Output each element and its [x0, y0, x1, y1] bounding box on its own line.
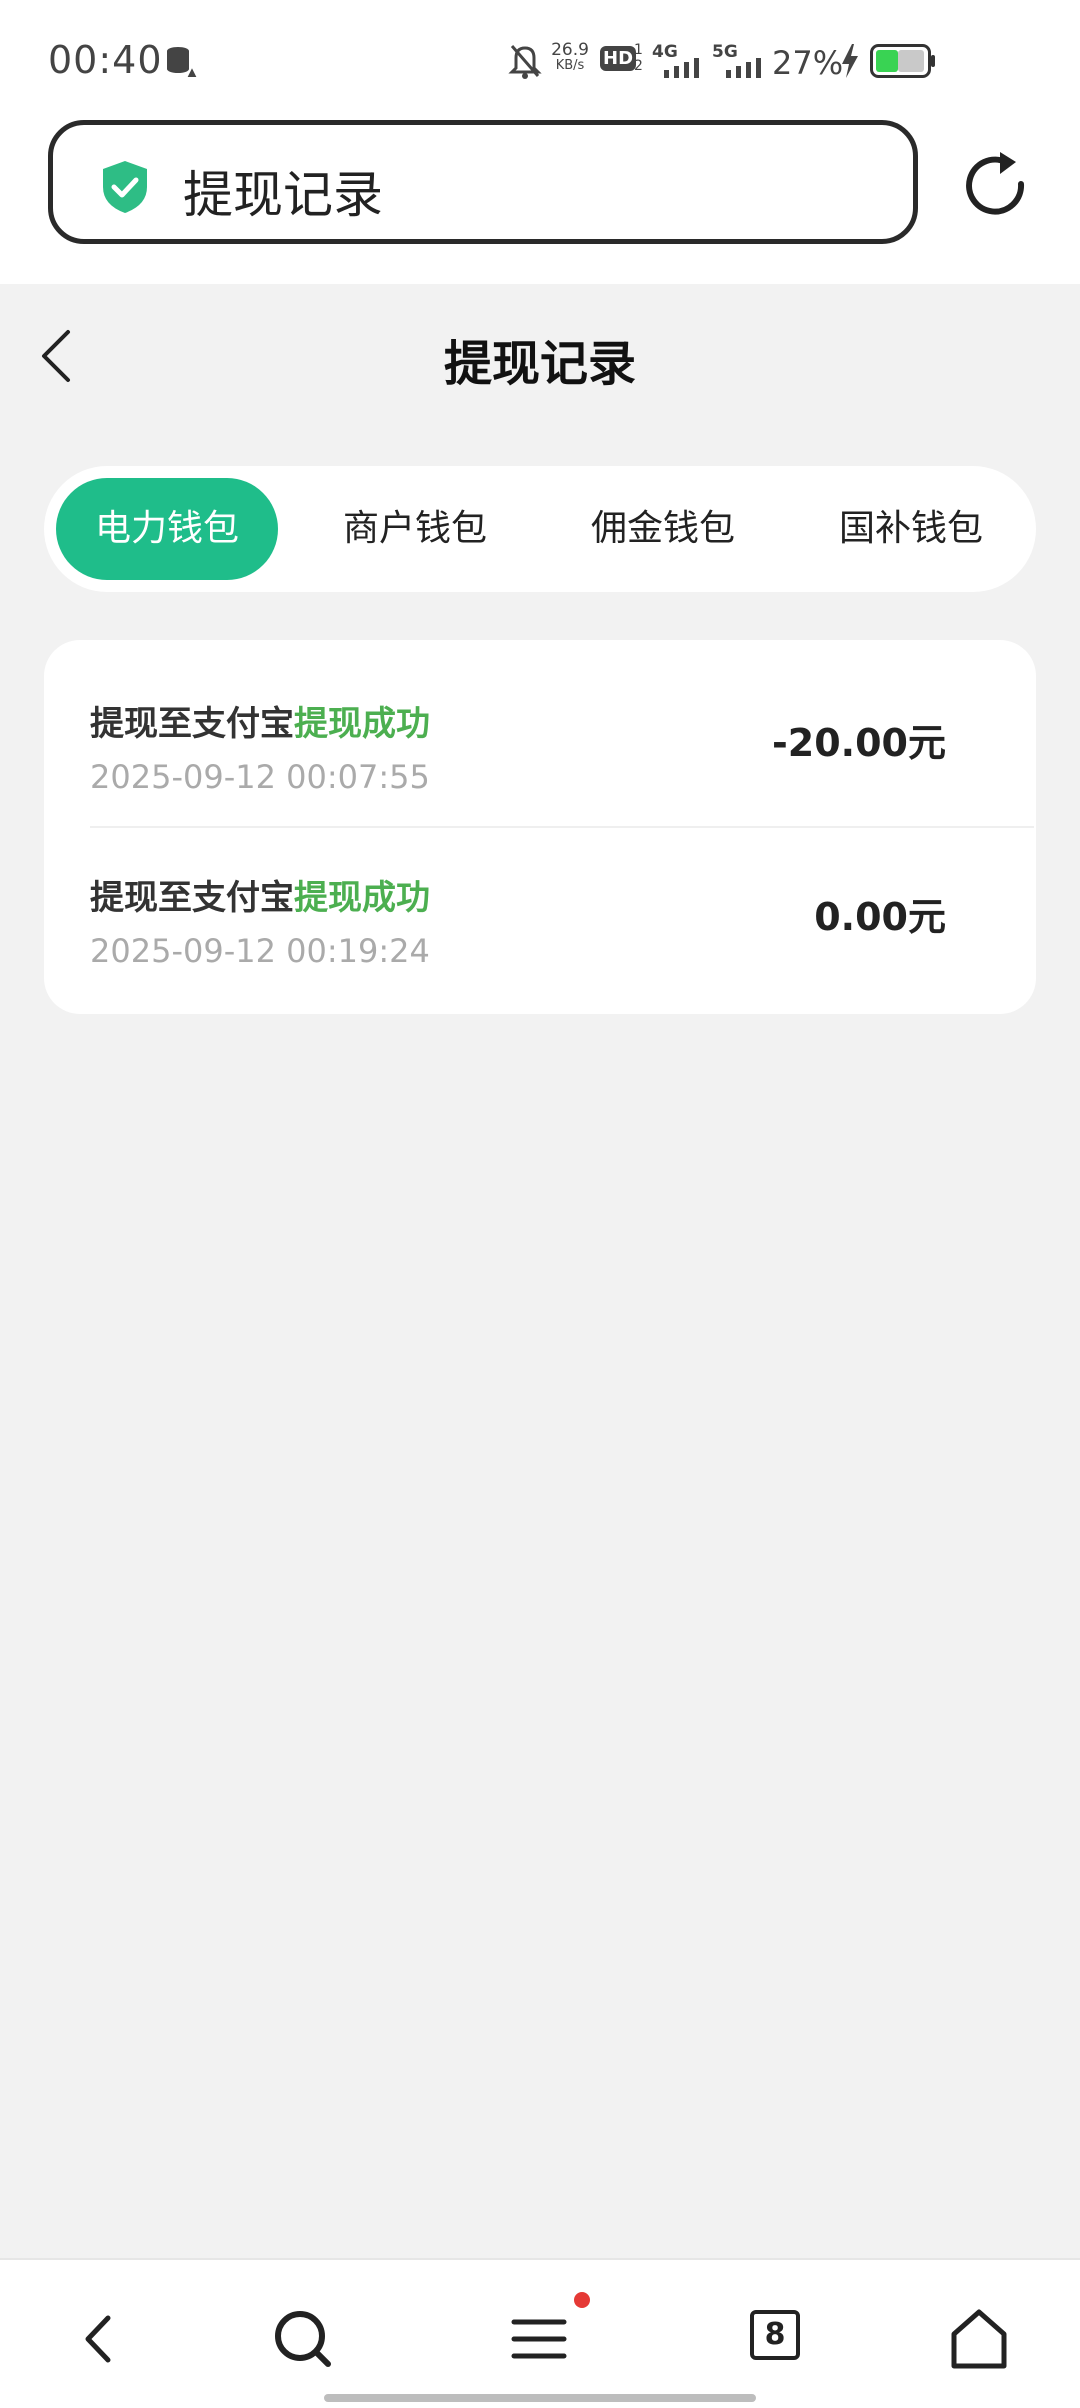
- record-method: 提现至支付宝: [90, 878, 294, 918]
- browser-bottom-nav: 8: [0, 2258, 1080, 2408]
- nav-back-icon[interactable]: [64, 2304, 134, 2374]
- security-shield-icon: [103, 161, 147, 213]
- record-status: 提现成功: [294, 878, 430, 918]
- signal-4g-icon: 4G: [652, 42, 704, 78]
- wallet-tabs: 电力钱包 商户钱包 佣金钱包 国补钱包: [44, 466, 1036, 592]
- menu-icon[interactable]: [504, 2304, 574, 2374]
- network-speed-unit: KB/s: [555, 58, 585, 73]
- tab-merchant-wallet[interactable]: 商户钱包: [304, 478, 526, 580]
- list-item[interactable]: 提现至支付宝提现成功 2025-09-12 00:07:55 -20.00元: [44, 640, 1036, 814]
- list-item[interactable]: 提现至支付宝提现成功 2025-09-12 00:19:24 0.00元: [44, 814, 1036, 988]
- status-time: 00:40: [48, 38, 163, 82]
- storage-warning-icon: [167, 47, 200, 79]
- tabs-switcher-button[interactable]: 8: [750, 2310, 800, 2360]
- tab-count: 8: [764, 2317, 786, 2352]
- home-icon[interactable]: [944, 2304, 1014, 2374]
- charging-bolt-icon: [842, 44, 858, 78]
- record-datetime: 2025-09-12 00:19:24: [90, 932, 430, 970]
- tab-power-wallet[interactable]: 电力钱包: [56, 478, 278, 580]
- notification-dot: [574, 2292, 590, 2308]
- browser-toolbar: 提现记录: [0, 120, 1080, 284]
- battery-icon: [870, 44, 935, 78]
- network-speed: 26.9 KB/s: [548, 42, 592, 74]
- tab-commission-wallet[interactable]: 佣金钱包: [552, 478, 774, 580]
- mute-bell-icon: [508, 45, 542, 79]
- signal-5g-icon: 5G: [712, 42, 768, 78]
- record-status: 提现成功: [294, 704, 430, 744]
- record-amount: -20.00元: [772, 721, 946, 765]
- record-method: 提现至支付宝: [90, 704, 294, 744]
- status-bar: 00:40 26.9 KB/s HD 1 2 4G 5G 27%: [0, 0, 1080, 120]
- hd-sub-top: 1: [634, 42, 643, 58]
- hd-badge: HD 1 2: [600, 42, 644, 78]
- hd-sub-bottom: 2: [634, 58, 643, 74]
- record-amount: 0.00元: [814, 895, 946, 939]
- record-title: 提现至支付宝提现成功: [90, 696, 430, 745]
- address-bar[interactable]: 提现记录: [48, 120, 918, 244]
- page-header: 提现记录: [0, 284, 1080, 424]
- record-title: 提现至支付宝提现成功: [90, 870, 430, 919]
- search-icon[interactable]: [268, 2304, 338, 2374]
- refresh-icon[interactable]: [960, 150, 1030, 220]
- address-text: 提现记录: [183, 166, 383, 224]
- tab-subsidy-wallet[interactable]: 国补钱包: [800, 478, 1022, 580]
- record-datetime: 2025-09-12 00:07:55: [90, 758, 430, 796]
- page-title: 提现记录: [443, 336, 636, 392]
- battery-percent: 27%: [772, 44, 844, 82]
- hd-label: HD: [600, 46, 637, 71]
- network-speed-value: 26.9: [551, 40, 589, 60]
- home-indicator[interactable]: [324, 2394, 756, 2402]
- withdrawal-records-list: 提现至支付宝提现成功 2025-09-12 00:07:55 -20.00元 提…: [44, 640, 1036, 1014]
